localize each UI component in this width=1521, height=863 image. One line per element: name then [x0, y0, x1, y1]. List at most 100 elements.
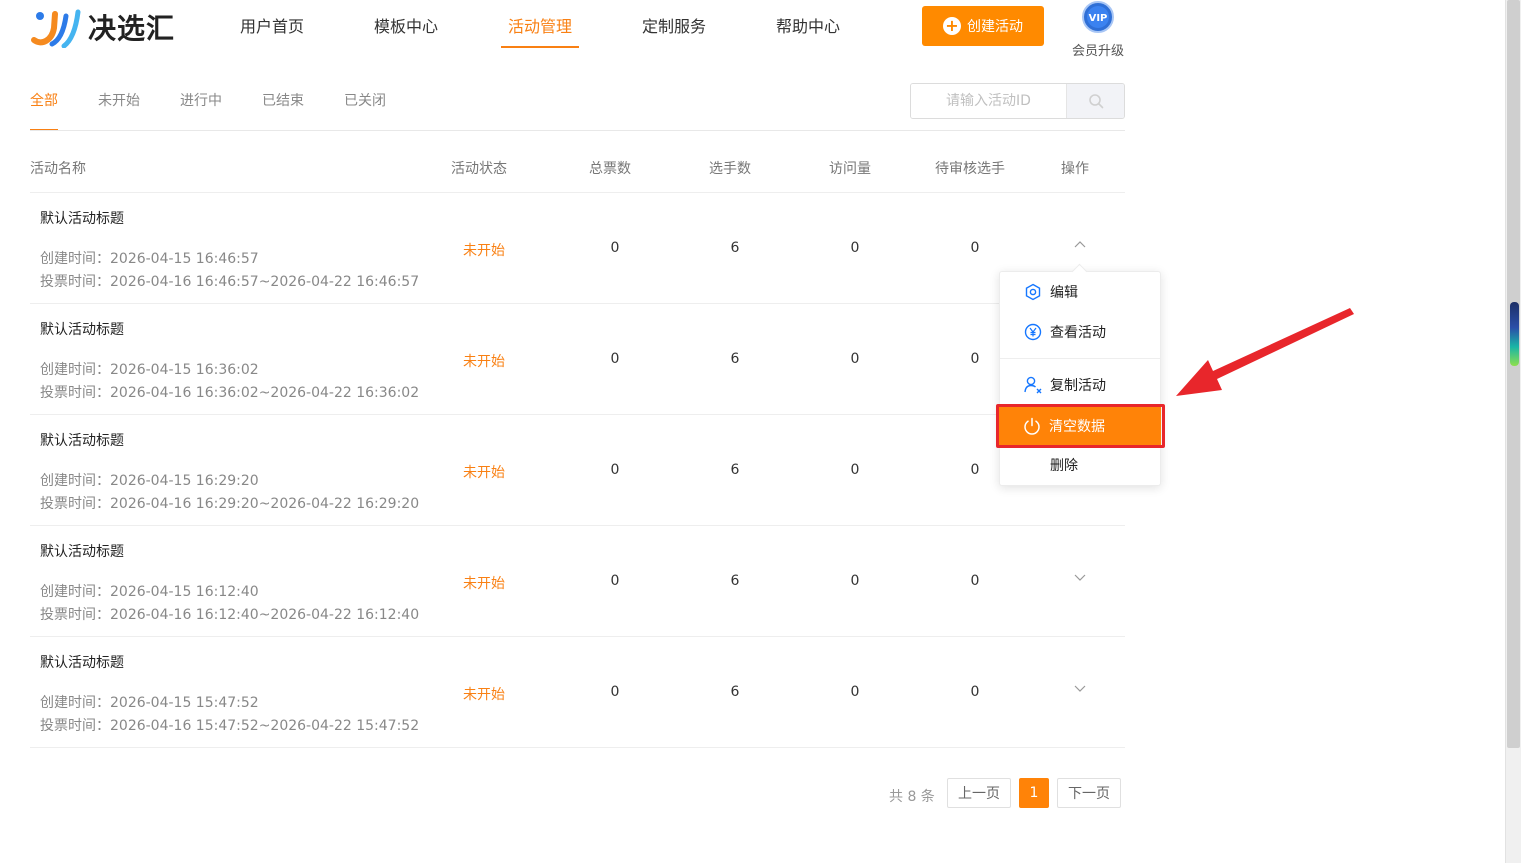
menu-item-edit[interactable]: 编辑: [1000, 274, 1160, 310]
brand-name: 决选汇: [88, 12, 176, 45]
players-count: 6: [730, 240, 740, 256]
chevron-up-icon[interactable]: [1073, 237, 1087, 251]
vote-time: 投票时间：2026-04-16 16:12:40~2026-04-22 16:1…: [40, 607, 420, 623]
pending-count: 0: [970, 462, 980, 478]
nav-item-user-home[interactable]: 用户首页: [205, 0, 339, 52]
activity-id-search-input[interactable]: [911, 84, 1066, 118]
players-count: 6: [730, 573, 740, 589]
brand-logo-icon: [31, 9, 81, 48]
tabs-divider: [30, 130, 1125, 131]
search-icon: [1088, 94, 1103, 109]
chevron-down-icon[interactable]: [1073, 570, 1087, 584]
menu-item-label: 编辑: [1050, 285, 1078, 301]
menu-item-view-activity[interactable]: 查看活动: [1000, 314, 1160, 350]
activity-title: 默认活动标题: [40, 211, 124, 227]
nav-item-templates[interactable]: 模板中心: [339, 0, 473, 52]
activity-title: 默认活动标题: [40, 322, 124, 338]
status-badge: 未开始: [463, 687, 505, 703]
total-votes: 0: [610, 684, 620, 700]
pending-count: 0: [970, 684, 980, 700]
create-activity-label: 创建活动: [967, 19, 1023, 35]
table-header: 活动名称 活动状态 总票数 选手数 访问量 待审核选手 操作: [30, 148, 1125, 193]
yen-circle-icon: [1023, 322, 1043, 342]
status-badge: 未开始: [463, 243, 505, 259]
tab-not-started[interactable]: 未开始: [98, 82, 140, 131]
players-count: 6: [730, 351, 740, 367]
create-activity-button[interactable]: + 创建活动: [922, 6, 1044, 46]
table-row: 默认活动标题 创建时间：2026-04-15 16:12:40 投票时间：202…: [30, 526, 1125, 637]
search-box: [910, 83, 1125, 119]
created-time: 创建时间：2026-04-15 15:47:52: [40, 695, 259, 711]
vip-upgrade-label: 会员升级: [1071, 44, 1124, 59]
user-x-icon: [1023, 375, 1043, 395]
search-button[interactable]: [1066, 84, 1124, 118]
visits-count: 0: [850, 240, 860, 256]
total-votes: 0: [610, 351, 620, 367]
nav-item-activity-management[interactable]: 活动管理: [473, 0, 607, 52]
pending-count: 0: [970, 351, 980, 367]
col-header-pending: 待审核选手: [935, 161, 1005, 177]
actions-dropdown: 编辑 查看活动 复制活动 清空数据 删除: [999, 271, 1161, 486]
visits-count: 0: [850, 351, 860, 367]
prev-page-button[interactable]: 上一页: [947, 778, 1011, 808]
blank-icon: [1023, 455, 1043, 475]
activity-title: 默认活动标题: [40, 544, 124, 560]
power-icon: [1022, 416, 1042, 436]
vip-badge-text: VIP: [1089, 13, 1108, 24]
menu-item-label: 清空数据: [1049, 419, 1105, 435]
nav-item-help-center[interactable]: 帮助中心: [741, 0, 875, 52]
pending-count: 0: [970, 240, 980, 256]
status-tabs: 全部 未开始 进行中 已结束 已关闭: [30, 82, 426, 131]
menu-divider: [1000, 358, 1160, 359]
table-row: 默认活动标题 创建时间：2026-04-15 16:29:20 投票时间：202…: [30, 415, 1125, 526]
scrollbar-thumb[interactable]: [1507, 0, 1520, 748]
scroll-indicator: [1510, 302, 1519, 366]
menu-item-delete[interactable]: 删除: [1000, 447, 1160, 483]
nav-item-custom-service[interactable]: 定制服务: [607, 0, 741, 52]
players-count: 6: [730, 684, 740, 700]
visits-count: 0: [850, 462, 860, 478]
tab-ended[interactable]: 已结束: [262, 82, 304, 131]
created-time: 创建时间：2026-04-15 16:12:40: [40, 584, 259, 600]
brand-logo[interactable]: 决选汇: [30, 6, 175, 48]
vote-time: 投票时间：2026-04-16 16:46:57~2026-04-22 16:4…: [40, 274, 420, 290]
col-header-players: 选手数: [709, 161, 751, 177]
tab-closed[interactable]: 已关闭: [344, 82, 386, 131]
chevron-down-icon[interactable]: [1073, 681, 1087, 695]
pagination-total: 共 8 条: [889, 789, 935, 805]
col-header-visits: 访问量: [829, 161, 871, 177]
status-badge: 未开始: [463, 576, 505, 592]
menu-item-copy-activity[interactable]: 复制活动: [1000, 367, 1160, 403]
vote-time: 投票时间：2026-04-16 16:36:02~2026-04-22 16:3…: [40, 385, 420, 401]
table-row: 默认活动标题 创建时间：2026-04-15 16:36:02 投票时间：202…: [30, 304, 1125, 415]
page: { "brand": { "name": "决选汇" }, "nav": { "…: [0, 0, 1521, 863]
menu-item-label: 删除: [1050, 458, 1078, 474]
visits-count: 0: [850, 573, 860, 589]
total-votes: 0: [610, 573, 620, 589]
tab-all[interactable]: 全部: [30, 82, 58, 131]
vote-time: 投票时间：2026-04-16 16:29:20~2026-04-22 16:2…: [40, 496, 420, 512]
created-time: 创建时间：2026-04-15 16:29:20: [40, 473, 259, 489]
menu-item-clear-data[interactable]: 清空数据: [999, 405, 1161, 447]
col-header-status: 活动状态: [451, 161, 507, 177]
plus-icon: +: [943, 17, 961, 35]
table-row: 默认活动标题 创建时间：2026-04-15 16:46:57 投票时间：202…: [30, 193, 1125, 304]
main-nav: 用户首页 模板中心 活动管理 定制服务 帮助中心: [205, 0, 875, 52]
table-row: 默认活动标题 创建时间：2026-04-15 15:47:52 投票时间：202…: [30, 637, 1125, 748]
tab-in-progress[interactable]: 进行中: [180, 82, 222, 131]
col-header-actions: 操作: [1061, 161, 1089, 177]
vip-upgrade[interactable]: VIP 会员升级: [1068, 0, 1128, 59]
vip-badge-icon: VIP: [1082, 1, 1114, 33]
created-time: 创建时间：2026-04-15 16:46:57: [40, 251, 259, 267]
menu-item-label: 查看活动: [1050, 325, 1106, 341]
menu-item-label: 复制活动: [1050, 378, 1106, 394]
next-page-button[interactable]: 下一页: [1057, 778, 1121, 808]
activity-title: 默认活动标题: [40, 433, 124, 449]
vote-time: 投票时间：2026-04-16 15:47:52~2026-04-22 15:4…: [40, 718, 420, 734]
players-count: 6: [730, 462, 740, 478]
page-number-button[interactable]: 1: [1019, 778, 1049, 808]
visits-count: 0: [850, 684, 860, 700]
col-header-total-votes: 总票数: [589, 161, 631, 177]
created-time: 创建时间：2026-04-15 16:36:02: [40, 362, 259, 378]
total-votes: 0: [610, 462, 620, 478]
